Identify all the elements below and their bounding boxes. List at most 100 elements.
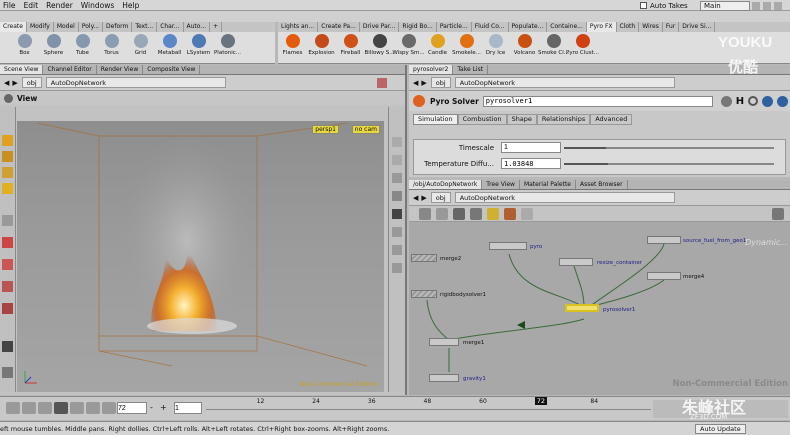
timescale-slider[interactable]: [564, 147, 774, 149]
subtab-shape[interactable]: Shape: [506, 114, 537, 125]
menu-file[interactable]: File: [3, 1, 16, 10]
node-name-field[interactable]: [482, 95, 713, 107]
shelf-tool-left-2[interactable]: Tube: [68, 32, 97, 63]
forward-arrow-icon[interactable]: ▶: [12, 79, 17, 87]
frame-increment[interactable]: +: [160, 403, 167, 412]
shelf-tab-right-0[interactable]: Lights an...: [278, 22, 319, 32]
pin-icon[interactable]: [377, 77, 387, 88]
subtab-relationships[interactable]: Relationships: [536, 114, 591, 125]
node-gravity[interactable]: [429, 374, 459, 382]
menu-render[interactable]: Render: [46, 1, 73, 10]
play-reverse-icon[interactable]: [38, 402, 52, 414]
network-editor[interactable]: pyro merge2 resize_container source_fuel…: [409, 222, 790, 395]
tab-scene-view[interactable]: Scene View: [0, 65, 44, 74]
shelf-tab-left-1[interactable]: Modify: [27, 22, 54, 32]
param-path-network[interactable]: AutoDopNetwork: [454, 77, 675, 88]
shelf-tab-right-12[interactable]: Drive Si...: [679, 22, 716, 32]
shelf-tab-right-1[interactable]: Create Pa...: [318, 22, 360, 32]
shelf-tab-left-6[interactable]: Char...: [157, 22, 184, 32]
tree-icon[interactable]: [436, 207, 448, 220]
shelf-tab-left-7[interactable]: Auto...: [184, 22, 211, 32]
tab-material-palette[interactable]: Material Palette: [520, 180, 576, 189]
tab-channel-editor[interactable]: Channel Editor: [43, 65, 97, 74]
shelf-tool-left-6[interactable]: LSystem: [184, 32, 213, 63]
node-merge1[interactable]: [429, 338, 459, 346]
rotate-tool-icon[interactable]: [2, 259, 13, 270]
view-tool-icon[interactable]: [2, 167, 13, 178]
shelf-tab-left-2[interactable]: Model: [54, 22, 79, 32]
shelf-tool-left-1[interactable]: Sphere: [39, 32, 68, 63]
shelf-tool-right-0[interactable]: Flames: [278, 32, 307, 63]
desktop-select[interactable]: Main: [700, 1, 750, 11]
auto-update-select[interactable]: Auto Update: [695, 423, 746, 434]
auto-takes-checkbox[interactable]: [640, 2, 647, 9]
step-back-icon[interactable]: [22, 402, 36, 414]
node-merge4[interactable]: [647, 272, 681, 280]
path-obj[interactable]: obj: [21, 77, 42, 88]
node-resize-container[interactable]: [559, 258, 593, 266]
select-tool-icon[interactable]: [2, 215, 13, 226]
tempdiff-field[interactable]: [501, 158, 561, 169]
subtab-combustion[interactable]: Combustion: [457, 114, 507, 125]
net-back-icon[interactable]: ◀: [413, 194, 418, 202]
net-forward-icon[interactable]: ▶: [421, 194, 426, 202]
shelf-tab-right-10[interactable]: Wires: [639, 22, 663, 32]
shelf-tool-left-4[interactable]: Grid: [126, 32, 155, 63]
shelf-tab-left-3[interactable]: Poly...: [79, 22, 104, 32]
camera-nocam-menu[interactable]: no cam: [351, 125, 380, 134]
display-options-icon[interactable]: [392, 137, 402, 147]
shelf-tool-left-5[interactable]: Metaball: [155, 32, 184, 63]
node-pyrosolver[interactable]: [565, 304, 599, 312]
node-source[interactable]: [647, 236, 681, 244]
shelf-tab-right-11[interactable]: Fur: [663, 22, 680, 32]
wireframe-icon[interactable]: [392, 155, 402, 165]
snap-icon[interactable]: [392, 245, 402, 255]
search-icon[interactable]: [748, 96, 759, 106]
param-path-obj[interactable]: obj: [430, 77, 451, 88]
shelf-tool-left-3[interactable]: Torus: [97, 32, 126, 63]
brush-tool-icon[interactable]: [2, 303, 13, 314]
menu-help[interactable]: Help: [122, 1, 139, 10]
display-tool-icon[interactable]: [2, 367, 13, 378]
play-icon[interactable]: [70, 402, 84, 414]
zoom-icon[interactable]: [772, 207, 784, 220]
shelf-tab-left-8[interactable]: +: [210, 22, 223, 32]
lighting-icon[interactable]: [392, 191, 402, 201]
timescale-field[interactable]: [501, 142, 561, 153]
frame-decrement[interactable]: -: [150, 403, 153, 412]
menu-windows[interactable]: Windows: [81, 1, 114, 10]
info-icon[interactable]: [762, 95, 774, 107]
stop-icon[interactable]: [54, 402, 68, 414]
tab-composite-view[interactable]: Composite View: [143, 65, 201, 74]
shelf-tab-right-3[interactable]: Rigid Bo...: [399, 22, 437, 32]
list-icon[interactable]: [419, 207, 431, 220]
net-path-obj[interactable]: obj: [430, 192, 451, 203]
shelf-tool-right-6[interactable]: Smokele...: [452, 32, 481, 63]
flag-icon[interactable]: [504, 207, 516, 220]
go-start-icon[interactable]: [6, 402, 20, 414]
grid-icon[interactable]: [392, 263, 402, 273]
tab-take-list[interactable]: Take List: [453, 65, 489, 74]
step-forward-icon[interactable]: [86, 402, 100, 414]
scale-tool-icon[interactable]: [2, 281, 13, 292]
shelf-tool-right-2[interactable]: Fireball: [336, 32, 365, 63]
frame-field[interactable]: [117, 402, 147, 414]
timeline-ruler[interactable]: 1224364860728472: [206, 397, 651, 421]
timeline-current-frame[interactable]: 72: [534, 397, 548, 405]
subtab-advanced[interactable]: Advanced: [590, 114, 633, 125]
ghost-icon[interactable]: [392, 209, 402, 219]
shelf-tool-right-8[interactable]: Volcano: [510, 32, 539, 63]
tab-tree-view[interactable]: Tree View: [482, 180, 520, 189]
start-frame-field[interactable]: [174, 402, 202, 414]
shelf-tool-right-5[interactable]: Candle: [423, 32, 452, 63]
auto-takes[interactable]: Auto Takes: [640, 0, 688, 11]
shelf-tool-right-1[interactable]: Explosion: [307, 32, 336, 63]
close-icon[interactable]: [774, 1, 782, 10]
shelf-tool-right-3[interactable]: Billowy S...: [365, 32, 394, 63]
grid-view-icon[interactable]: [453, 207, 465, 220]
param-forward-icon[interactable]: ▶: [421, 79, 426, 87]
shelf-tool-right-7[interactable]: Dry Ice: [481, 32, 510, 63]
image-icon[interactable]: [521, 207, 533, 220]
param-back-icon[interactable]: ◀: [413, 79, 418, 87]
maximize-icon[interactable]: [763, 1, 771, 10]
